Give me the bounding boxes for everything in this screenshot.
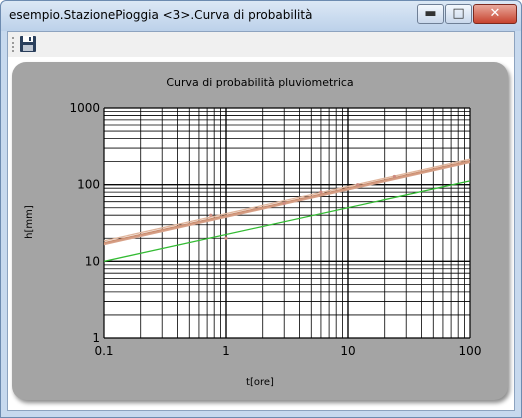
y-tick-label: 100	[77, 178, 100, 192]
client-area: Curva di probabilità pluviometrica 0.1 1 1…	[7, 31, 515, 411]
minimize-button[interactable]: ▬	[417, 4, 444, 24]
chart-title: Curva di probabilità pluviometrica	[166, 76, 353, 89]
minimize-icon: ▬	[424, 6, 437, 21]
floppy-disk-icon	[20, 36, 36, 52]
window-title: esempio.StazionePioggia <3>.Curva di pro…	[9, 8, 313, 22]
toolbar-grip[interactable]	[12, 37, 16, 52]
y-tick-label: 1	[92, 331, 100, 345]
maximize-icon: □	[452, 6, 465, 21]
data-point	[282, 201, 286, 205]
data-point	[356, 183, 360, 187]
y-axis-label: h[mm]	[24, 205, 35, 239]
data-point	[392, 174, 396, 179]
chart-panel: Curva di probabilità pluviometrica 0.1 1 1…	[12, 62, 508, 400]
data-point	[319, 190, 323, 194]
maximize-button[interactable]: □	[445, 4, 472, 24]
data-point	[209, 213, 213, 217]
plot-area	[104, 108, 470, 338]
title-bar[interactable]: esempio.StazionePioggia <3>.Curva di pro…	[1, 1, 521, 31]
x-tick-labels: 0.1 1 10 100	[94, 344, 481, 358]
x-tick-label: 10	[340, 344, 355, 358]
y-tick-labels: 1 10 100 1000	[69, 101, 100, 345]
probability-curve-chart: Curva di probabilità pluviometrica 0.1 1 1…	[24, 76, 481, 388]
data-point	[224, 236, 228, 240]
x-axis-label: t[ore]	[246, 377, 274, 388]
x-tick-label: 100	[459, 344, 482, 358]
x-tick-label: 0.1	[94, 344, 113, 358]
y-tick-label: 10	[85, 254, 100, 268]
close-button[interactable]: ✕	[473, 4, 517, 24]
app-window: esempio.StazionePioggia <3>.Curva di pro…	[0, 0, 522, 418]
close-icon: ✕	[489, 6, 501, 21]
y-tick-label: 1000	[69, 101, 100, 115]
save-button[interactable]	[19, 35, 37, 53]
x-tick-label: 1	[222, 344, 230, 358]
toolbar	[8, 32, 514, 57]
